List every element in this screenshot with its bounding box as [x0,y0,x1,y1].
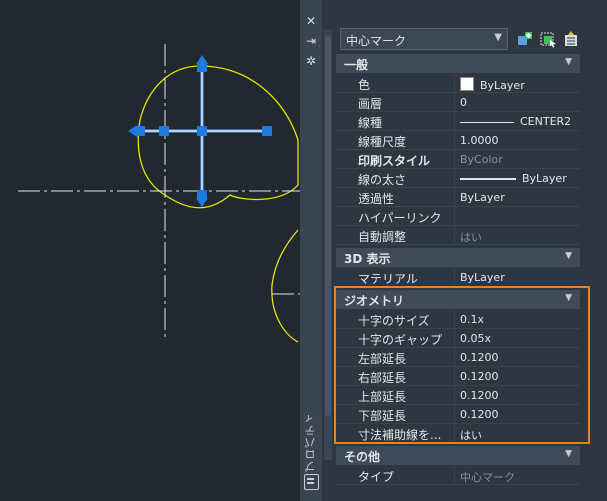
prop-value-text: ByLayer [522,172,567,185]
prop-row-type[interactable]: タイプ 中心マーク [336,466,580,485]
section-3d-view[interactable]: 3D 表示 ▼ [336,248,580,267]
quick-select-icon[interactable] [562,30,580,48]
prop-row-right-extension[interactable]: 右部延長 0.1200 [336,367,580,386]
prop-row-layer[interactable]: 画層 0 [336,93,580,112]
prop-name: 線種 [358,116,383,130]
prop-value-color[interactable]: ByLayer [460,77,578,92]
select-objects-icon[interactable] [539,30,557,48]
chevron-down-icon[interactable]: ▼ [565,293,572,303]
chevron-down-icon[interactable]: ▼ [565,251,572,261]
grip-left [135,126,145,136]
toggle-pickadd-icon[interactable] [516,30,534,48]
prop-name: 色 [358,78,371,92]
prop-value[interactable]: 0.1200 [460,351,578,364]
grip-top [197,62,207,72]
prop-row-bottom-extension[interactable]: 下部延長 0.1200 [336,405,580,424]
object-type-value: 中心マーク [346,34,407,48]
prop-name: 十字のギャップ [358,333,443,347]
prop-name: 寸法補助線を... [358,428,442,442]
prop-row-plotstyle[interactable]: 印刷スタイル ByColor [336,150,580,169]
prop-row-transparency[interactable]: 透過性 ByLayer [336,188,580,207]
scrollbar-thumb[interactable] [325,36,331,416]
prop-value-text: ByLayer [480,79,525,92]
prop-name: タイプ [358,470,395,484]
section-geometry[interactable]: ジオメトリ ▼ [336,290,580,309]
prop-row-linetype-scale[interactable]: 線種尺度 1.0000 [336,131,580,150]
lineweight-preview [460,178,516,180]
prop-row-hyperlink[interactable]: ハイパーリンク [336,207,580,226]
prop-row-cross-size[interactable]: 十字のサイズ 0.1x [336,310,580,329]
palette-title-bar: ✕ ⇥ ✲ プロパティ [300,0,322,501]
prop-value[interactable]: ByColor [460,153,578,166]
prop-value: はい [460,231,482,244]
prop-name: 下部延長 [358,409,407,423]
prop-row-color[interactable]: 色 ByLayer [336,74,580,93]
prop-value: 中心マーク [460,471,515,484]
center-mark[interactable] [128,55,272,207]
prop-value[interactable]: 1.0000 [460,134,578,147]
color-swatch [460,77,474,91]
prop-name: ハイパーリンク [358,211,442,225]
prop-name: 透過性 [358,192,395,206]
prop-value[interactable]: ByLayer [460,271,578,284]
properties-palette: ✕ ⇥ ✲ プロパティ 中心マーク ▼ 一般 ▼ 色 ByLayer 画層 0 … [300,0,607,501]
grip-bottom [197,190,207,200]
prop-name: 十字のサイズ [358,314,430,328]
prop-value[interactable]: はい [460,427,578,443]
palette-menu-icon[interactable] [304,474,319,490]
section-general-label: 一般 [344,58,369,72]
section-geometry-label: ジオメトリ [344,294,405,308]
prop-row-material[interactable]: マテリアル ByLayer [336,268,580,287]
autohide-icon[interactable]: ⇥ [304,34,318,48]
prop-name: 上部延長 [358,390,407,404]
grip-right [262,126,272,136]
prop-name: 自動調整 [358,230,407,244]
prop-name: マテリアル [358,272,418,286]
prop-name: 画層 [358,97,383,111]
section-misc-label: その他 [344,450,381,464]
prop-value-text: CENTER2 [520,115,572,128]
prop-row-linetype[interactable]: 線種 CENTER2 [336,112,580,131]
prop-row-associative[interactable]: 自動調整 はい [336,226,580,245]
chevron-down-icon: ▼ [494,32,502,43]
section-3d-label: 3D 表示 [344,252,391,266]
prop-value-linetype[interactable]: CENTER2 [460,115,578,128]
prop-value[interactable]: ByLayer [460,191,578,204]
palette-title: プロパティ [304,412,317,472]
object-type-dropdown[interactable]: 中心マーク ▼ [340,28,508,50]
close-icon[interactable]: ✕ [304,14,318,28]
prop-row-top-extension[interactable]: 上部延長 0.1200 [336,386,580,405]
prop-name: 左部延長 [358,352,407,366]
section-misc[interactable]: その他 ▼ [336,446,580,465]
prop-value[interactable]: 0.1x [460,313,578,326]
chevron-down-icon[interactable]: ▼ [565,449,572,459]
prop-name: 線の太さ [358,173,407,187]
prop-value[interactable]: 0.1200 [460,370,578,383]
prop-value[interactable]: 0.05x [460,332,578,345]
linetype-preview [460,121,514,123]
settings-icon[interactable]: ✲ [304,54,318,68]
grip-center-left [159,126,169,136]
chevron-down-icon[interactable]: ▼ [565,57,572,67]
prop-row-lineweight[interactable]: 線の太さ ByLayer [336,169,580,188]
section-general[interactable]: 一般 ▼ [336,54,580,73]
prop-row-show-extension-lines[interactable]: 寸法補助線を... はい [336,424,580,443]
prop-name: 線種尺度 [358,135,407,149]
prop-value[interactable]: 0.1200 [460,408,578,421]
prop-row-left-extension[interactable]: 左部延長 0.1200 [336,348,580,367]
prop-value[interactable]: 0 [460,96,578,109]
prop-value-lineweight[interactable]: ByLayer [460,172,578,185]
prop-name: 印刷スタイル [358,154,431,168]
drawing-canvas[interactable] [0,0,300,501]
prop-name: 右部延長 [358,371,407,385]
grip-center [197,126,207,136]
arc-curve[interactable] [271,229,299,343]
prop-row-cross-gap[interactable]: 十字のギャップ 0.05x [336,329,580,348]
prop-value[interactable]: 0.1200 [460,389,578,402]
circle-curve[interactable] [137,65,299,209]
